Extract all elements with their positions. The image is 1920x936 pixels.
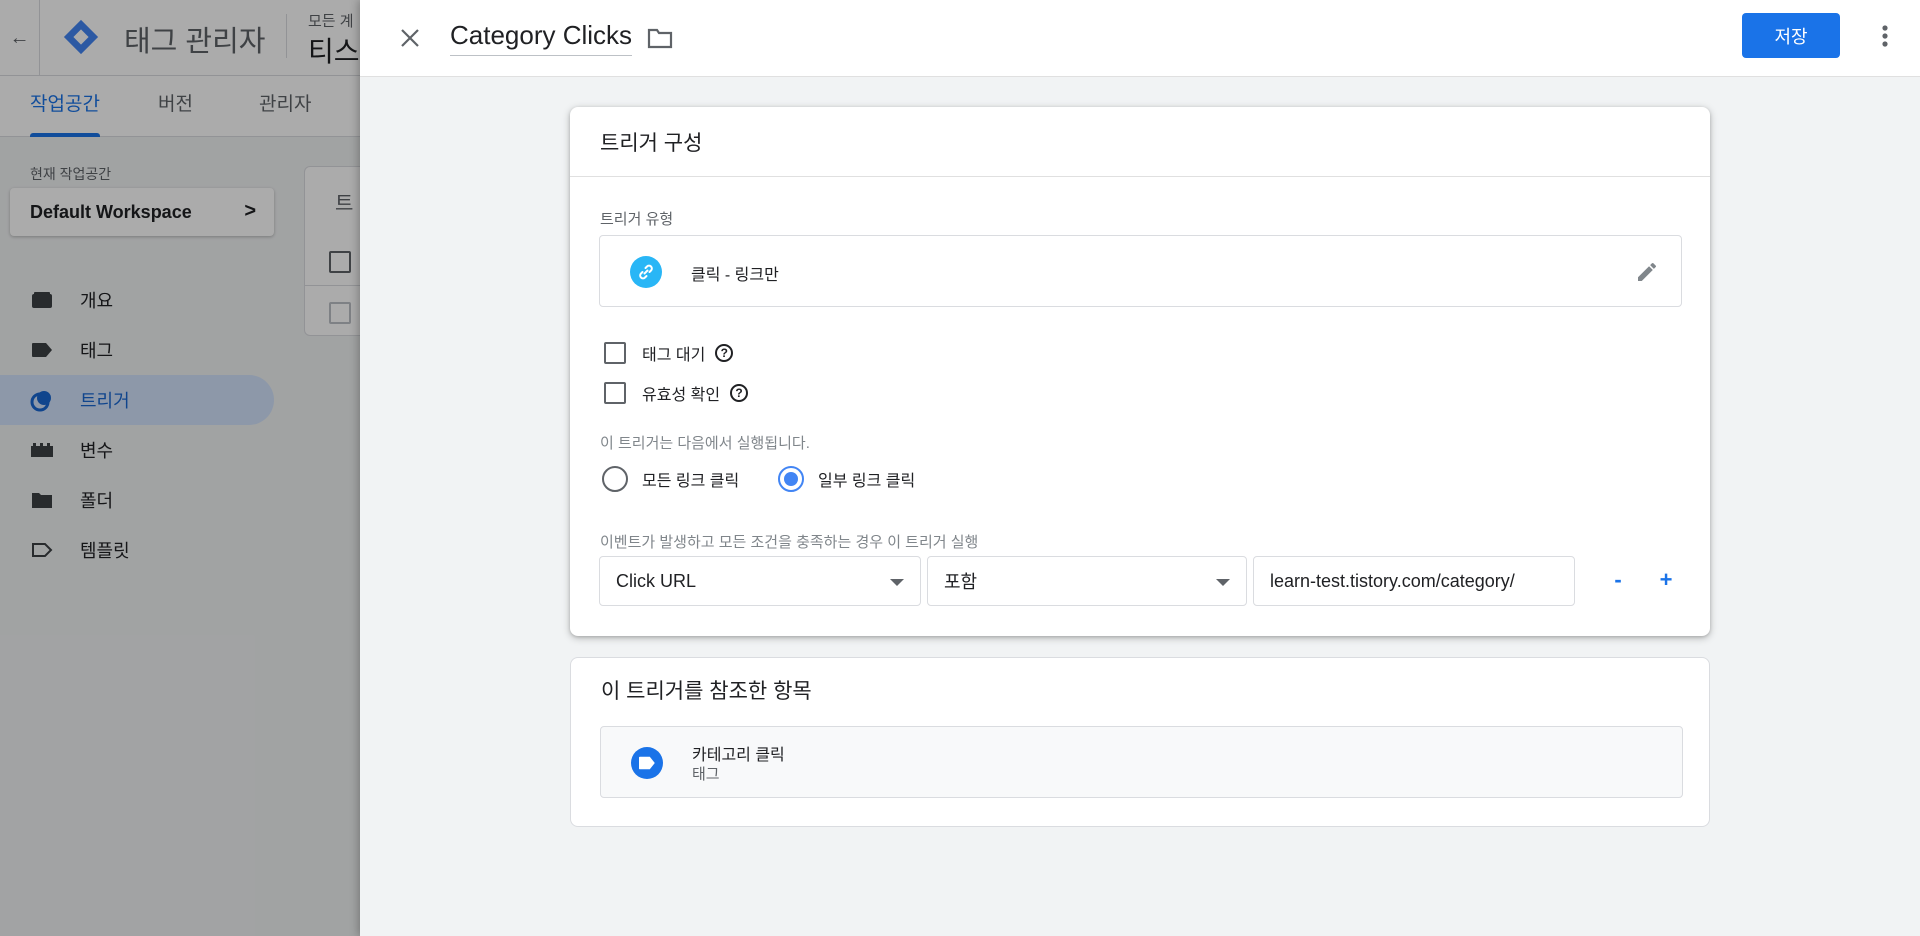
checkbox-label: 태그 대기 [642,347,706,364]
more-vert-icon[interactable] [1870,16,1900,56]
help-icon[interactable]: ? [730,384,749,402]
checkbox-label: 유효성 확인 [642,387,721,404]
link-icon [630,256,662,288]
trigger-config-card: 트리거 구성 트리거 유형 클릭 - 링크만 태그 대기 ? 유효성 확인 ? … [570,107,1710,636]
trigger-type-value: 클릭 - 링크만 [691,267,779,284]
checkbox[interactable] [604,382,626,404]
trigger-type-selector[interactable]: 클릭 - 링크만 [599,235,1682,307]
reference-type: 태그 [692,766,720,783]
condition-value-input[interactable]: learn-test.tistory.com/category/ [1253,556,1575,606]
check-validation-checkbox[interactable]: 유효성 확인 ? [604,381,749,405]
radio-button[interactable] [778,466,804,492]
add-condition-button[interactable]: + [1653,567,1679,597]
references-card: 이 트리거를 참조한 항목 카테고리 클릭 태그 [570,657,1710,827]
save-button[interactable]: 저장 [1742,13,1840,58]
reference-item[interactable]: 카테고리 클릭 태그 [600,726,1683,798]
radio-button[interactable] [602,466,628,492]
radio-label: 일부 링크 클릭 [818,473,916,490]
references-title: 이 트리거를 참조한 항목 [601,680,812,703]
trigger-editor-panel: Category Clicks 저장 트리거 구성 트리거 유형 클릭 - 링크… [360,0,1920,936]
dropdown-arrow-icon [890,579,904,586]
panel-header: Category Clicks 저장 [360,0,1920,77]
reference-name: 카테고리 클릭 [692,747,785,764]
help-icon[interactable]: ? [715,344,734,362]
divider [570,176,1710,177]
radio-all-link-clicks[interactable]: 모든 링크 클릭 [602,466,739,492]
config-title: 트리거 구성 [600,132,703,155]
folder-icon[interactable] [644,22,676,54]
edit-pencil-icon[interactable] [1633,258,1661,286]
radio-some-link-clicks[interactable]: 일부 링크 클릭 [778,466,915,492]
wait-for-tags-checkbox[interactable]: 태그 대기 ? [604,341,734,365]
tag-icon [631,747,663,779]
runs-on-label: 이 트리거는 다음에서 실행됩니다. [600,435,810,452]
remove-condition-button[interactable]: - [1605,567,1631,597]
select-value: 포함 [944,572,978,592]
trigger-type-label: 트리거 유형 [600,211,674,228]
trigger-name-input[interactable]: Category Clicks [450,20,633,56]
select-value: Click URL [616,570,697,591]
checkbox[interactable] [604,342,626,364]
condition-operator-select[interactable]: 포함 [927,556,1247,606]
close-icon[interactable] [390,18,430,58]
input-value: learn-test.tistory.com/category/ [1270,570,1515,591]
condition-variable-select[interactable]: Click URL [599,556,921,606]
radio-label: 모든 링크 클릭 [642,473,740,490]
condition-label: 이벤트가 발생하고 모든 조건을 충족하는 경우 이 트리거 실행 [600,534,979,551]
dropdown-arrow-icon [1216,579,1230,586]
